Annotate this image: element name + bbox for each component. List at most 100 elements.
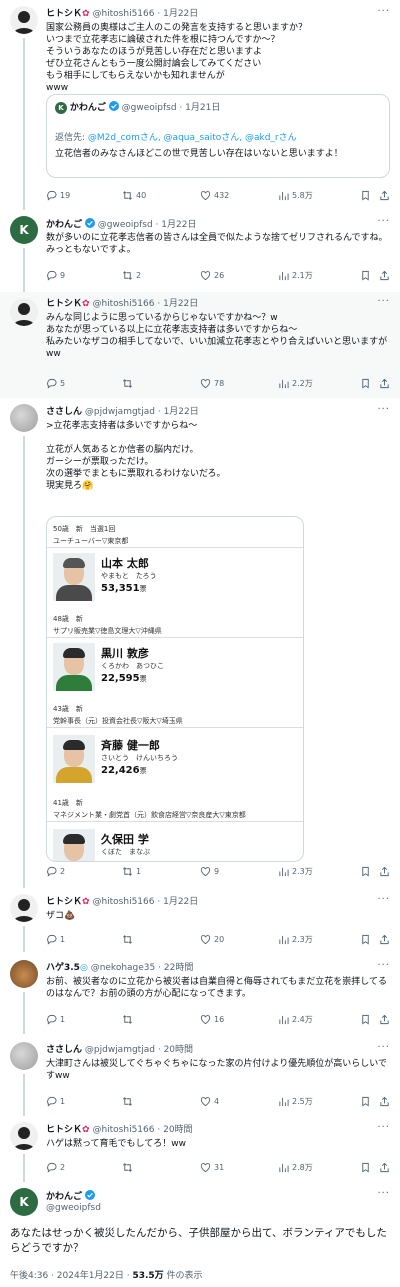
- more-icon[interactable]: ···: [377, 404, 390, 415]
- bookmark-icon[interactable]: [360, 934, 371, 945]
- tweet[interactable]: K かわんご @gweoipfsd · 1月22日 ··· 数が多いのに立花孝志…: [0, 210, 400, 292]
- share-icon[interactable]: [379, 1014, 390, 1025]
- share-icon[interactable]: [379, 1096, 390, 1107]
- tweet[interactable]: ヒトシＫ✿ @hitoshi5166 · 1月22日 ··· ザコ💩 1 20 …: [0, 888, 400, 952]
- share-icon[interactable]: [379, 934, 390, 945]
- reply-button[interactable]: 2: [46, 866, 65, 877]
- avatar[interactable]: [10, 960, 38, 988]
- share-icon[interactable]: [379, 378, 390, 389]
- bookmark-icon[interactable]: [360, 866, 371, 877]
- author-handle[interactable]: @pjdwjamgtjad: [85, 1045, 155, 1055]
- reply-button[interactable]: 19: [46, 190, 70, 201]
- author-name[interactable]: ヒトシＫ: [46, 1125, 82, 1135]
- tweet[interactable]: ハゲ3.5◎ @nekohage35 · 22時間 ··· お前、被災者なのに立…: [0, 952, 400, 1034]
- share-icon[interactable]: [379, 1162, 390, 1173]
- views-button[interactable]: 2.3万: [278, 934, 313, 945]
- tweet-date[interactable]: 1月22日: [163, 299, 198, 309]
- views-button[interactable]: 2.5万: [278, 1096, 313, 1107]
- reply-to-users[interactable]: @M2d_comさん, @aqua_saitoさん, @akd_rさん: [88, 133, 297, 143]
- tweet-date[interactable]: 20時間: [164, 1045, 193, 1055]
- tweet[interactable]: ヒトシＫ✿ @hitoshi5166 · 20時間 ··· ハゲは黙って育毛でも…: [0, 1116, 400, 1182]
- author-name[interactable]: ヒトシＫ: [46, 9, 82, 19]
- retweet-button[interactable]: 40: [122, 190, 146, 201]
- bookmark-icon[interactable]: [360, 270, 371, 281]
- author-handle[interactable]: @nekohage35: [91, 963, 156, 973]
- author-name[interactable]: ささしん: [46, 407, 82, 417]
- more-icon[interactable]: ···: [377, 296, 390, 307]
- avatar[interactable]: [10, 298, 38, 326]
- avatar[interactable]: [10, 1042, 38, 1070]
- reply-button[interactable]: 1: [46, 934, 65, 945]
- avatar[interactable]: [10, 404, 38, 432]
- tweet[interactable]: ヒトシＫ✿ @hitoshi5166 · 1月22日 ··· みんな同じように思…: [0, 292, 400, 398]
- like-button[interactable]: 9: [200, 866, 219, 877]
- bookmark-icon[interactable]: [360, 1096, 371, 1107]
- retweet-button[interactable]: [122, 1096, 136, 1107]
- more-icon[interactable]: ···: [377, 1042, 390, 1053]
- views-button[interactable]: 2.4万: [278, 1014, 313, 1025]
- avatar[interactable]: K: [10, 1188, 38, 1216]
- more-icon[interactable]: ···: [377, 6, 390, 17]
- tweet[interactable]: ささしん @pjdwjamgtjad · 20時間 ··· 大津町さんは被災して…: [0, 1034, 400, 1116]
- author-name[interactable]: ヒトシＫ: [46, 897, 82, 907]
- more-icon[interactable]: ···: [377, 216, 390, 227]
- like-button[interactable]: 432: [200, 190, 229, 201]
- retweet-button[interactable]: [122, 1014, 136, 1025]
- author-name[interactable]: ささしん: [46, 1045, 82, 1055]
- more-icon[interactable]: ···: [377, 960, 390, 971]
- more-icon[interactable]: ···: [377, 1122, 390, 1133]
- views-button[interactable]: 2.1万: [278, 270, 313, 281]
- more-icon[interactable]: ···: [377, 1188, 390, 1199]
- views-button[interactable]: 5.8万: [278, 190, 313, 201]
- retweet-button[interactable]: 2: [122, 270, 141, 281]
- like-button[interactable]: 16: [200, 1014, 224, 1025]
- views-button[interactable]: 2.3万: [278, 866, 313, 877]
- retweet-button[interactable]: [122, 378, 136, 389]
- reply-button[interactable]: 9: [46, 270, 65, 281]
- retweet-button[interactable]: [122, 934, 136, 945]
- author-handle[interactable]: @hitoshi5166: [92, 299, 154, 309]
- author-handle[interactable]: @hitoshi5166: [92, 9, 154, 19]
- bookmark-icon[interactable]: [360, 1014, 371, 1025]
- bookmark-icon[interactable]: [360, 1162, 371, 1173]
- share-icon[interactable]: [379, 190, 390, 201]
- views-button[interactable]: 2.2万: [278, 378, 313, 389]
- tweet-time[interactable]: 午後4:36 · 2024年1月22日 ·: [10, 1271, 132, 1281]
- author-handle[interactable]: @gweoipfsd: [46, 1202, 392, 1214]
- author-name[interactable]: かわんご: [46, 1192, 82, 1202]
- avatar[interactable]: [10, 6, 38, 34]
- reply-button[interactable]: 2: [46, 1162, 65, 1173]
- avatar[interactable]: K: [10, 216, 38, 244]
- like-button[interactable]: 26: [200, 270, 224, 281]
- reply-button[interactable]: 1: [46, 1014, 65, 1025]
- author-handle[interactable]: @hitoshi5166: [92, 1125, 154, 1135]
- tweet[interactable]: ささしん @pjdwjamgtjad · 1月22日 ··· >立花孝志支持者は…: [0, 398, 400, 888]
- retweet-button[interactable]: [122, 1162, 136, 1173]
- quoted-tweet[interactable]: K かわんご @gweoipfsd · 1月21日 返信先: @M2d_comさ…: [46, 94, 390, 178]
- attached-image[interactable]: 50歳 新 当選1回 ユーチューバー▽東京都 山本 太郎 やまもと たろう 53…: [46, 516, 304, 862]
- author-handle[interactable]: @pjdwjamgtjad: [85, 407, 155, 417]
- tweet-date[interactable]: 22時間: [164, 963, 193, 973]
- like-button[interactable]: 4: [200, 1096, 219, 1107]
- author-name[interactable]: ハゲ3.5: [46, 963, 80, 973]
- share-icon[interactable]: [379, 270, 390, 281]
- tweet-date[interactable]: 1月22日: [163, 897, 198, 907]
- tweet-date[interactable]: 1月22日: [163, 9, 198, 19]
- tweet-date[interactable]: 20時間: [163, 1125, 192, 1135]
- author-handle[interactable]: @gweoipfsd: [98, 220, 153, 230]
- share-icon[interactable]: [379, 866, 390, 877]
- tweet[interactable]: ヒトシＫ✿ @hitoshi5166 · 1月22日 ··· 国家公務員の奥様は…: [0, 0, 400, 210]
- reply-button[interactable]: 5: [46, 378, 65, 389]
- author-handle[interactable]: @hitoshi5166: [92, 897, 154, 907]
- like-button[interactable]: 20: [200, 934, 224, 945]
- bookmark-icon[interactable]: [360, 378, 371, 389]
- retweet-button[interactable]: 1: [122, 866, 141, 877]
- avatar[interactable]: [10, 1122, 38, 1150]
- like-button[interactable]: 31: [200, 1162, 224, 1173]
- author-name[interactable]: かわんご: [46, 220, 82, 230]
- avatar[interactable]: [10, 894, 38, 922]
- bookmark-icon[interactable]: [360, 190, 371, 201]
- tweet-date[interactable]: 1月22日: [161, 220, 196, 230]
- more-icon[interactable]: ···: [377, 894, 390, 905]
- like-button[interactable]: 78: [200, 378, 224, 389]
